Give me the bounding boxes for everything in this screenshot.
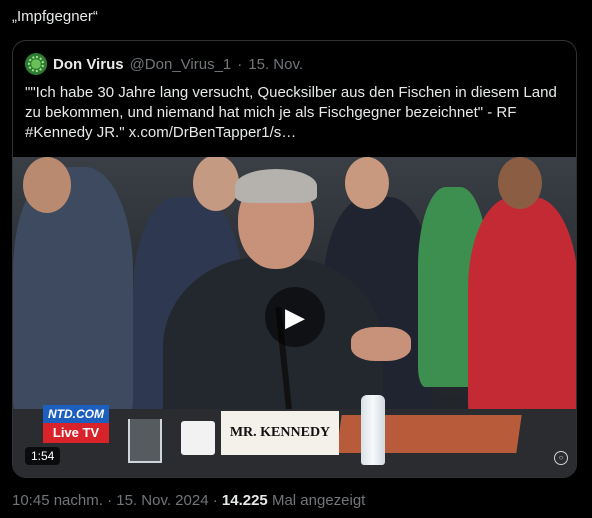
quoted-author-handle[interactable]: @Don_Virus_1: [130, 56, 232, 73]
channel-logo-top: NTD.COM: [43, 405, 109, 423]
play-icon[interactable]: ▶: [265, 287, 325, 347]
post-time[interactable]: 10:45 nachm.: [12, 492, 103, 509]
quoted-author-name[interactable]: Don Virus: [53, 56, 124, 73]
speaker-hand: [351, 327, 411, 361]
water-glass: [128, 419, 162, 463]
separator-dot: ·: [237, 55, 243, 73]
view-count[interactable]: 14.225: [222, 492, 268, 509]
quoted-date[interactable]: 15. Nov.: [248, 56, 303, 73]
channel-logo-bottom: Live TV: [43, 423, 109, 443]
quoted-tweet-body: ""Ich habe 30 Jahre lang versucht, Queck…: [25, 83, 565, 143]
video-settings-icon[interactable]: ○: [554, 451, 568, 465]
tweet-text: „Impfgegner“: [12, 8, 98, 25]
view-label: Mal angezeigt: [271, 492, 366, 509]
channel-logo: NTD.COM Live TV: [43, 405, 109, 443]
meta-separator: ·: [107, 492, 113, 509]
virus-avatar-icon[interactable]: [25, 53, 47, 75]
nameplate: MR. KENNEDY: [221, 411, 339, 455]
video-duration: 1:54: [25, 447, 61, 465]
speaker-hair: [235, 169, 317, 203]
tweet-meta: 10:45 nachm. · 15. Nov. 2024 · 14.225 Ma…: [12, 492, 365, 509]
audience-person: [13, 157, 133, 427]
mug: [181, 421, 215, 455]
audience-person: [468, 157, 576, 427]
meta-separator: ·: [212, 492, 218, 509]
quoted-tweet-header: Don Virus @Don_Virus_1 · 15. Nov.: [25, 53, 303, 75]
video-player[interactable]: MR. KENNEDY ▶ NTD.COM Live TV 1:54 ○: [13, 157, 576, 477]
quoted-tweet-card[interactable]: Don Virus @Don_Virus_1 · 15. Nov. ""Ich …: [12, 40, 577, 478]
quoted-link[interactable]: x.com/DrBenTapper1/s…: [129, 124, 297, 141]
water-bottle: [361, 395, 385, 465]
post-date[interactable]: 15. Nov. 2024: [116, 492, 208, 509]
